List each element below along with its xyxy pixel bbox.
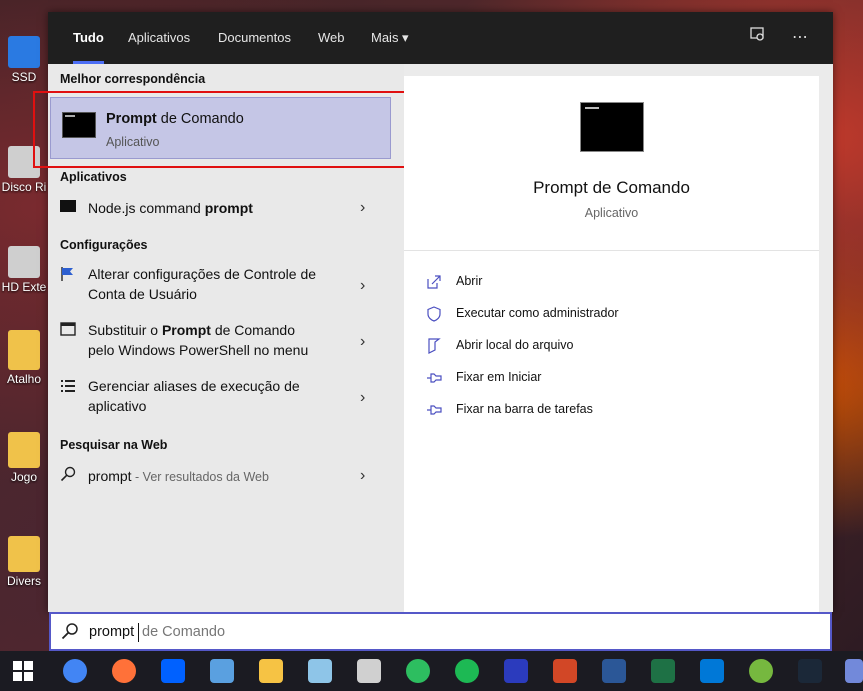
list-icon — [60, 378, 76, 394]
tab-aplicativos[interactable]: Aplicativos — [128, 12, 190, 64]
action-pin-to-taskbar[interactable]: Fixar na barra de tarefas — [426, 398, 806, 422]
shield-icon — [426, 306, 442, 322]
desktop-icon-ssd[interactable]: SSD — [0, 36, 48, 84]
drive-icon — [8, 146, 40, 178]
command-prompt-icon — [580, 102, 644, 152]
section-title-settings: Configurações — [60, 238, 148, 252]
pin-icon — [426, 370, 442, 386]
flag-icon — [60, 266, 76, 282]
open-icon — [426, 274, 442, 290]
search-tabs-bar: Tudo Aplicativos Documentos Web Mais ▾ ⋯ — [48, 12, 833, 64]
action-pin-to-start[interactable]: Fixar em Iniciar — [426, 366, 806, 390]
utorrent-icon[interactable] — [749, 659, 773, 683]
discord-icon[interactable] — [845, 659, 863, 683]
folder-icon — [8, 536, 40, 572]
computer-icon[interactable] — [210, 659, 234, 683]
desktop-icon-disco[interactable]: Disco Ri — [0, 146, 48, 194]
evernote-icon[interactable] — [406, 659, 430, 683]
chrome-icon[interactable] — [63, 659, 87, 683]
action-run-as-admin[interactable]: Executar como administrador — [426, 302, 806, 326]
chevron-right-icon[interactable]: › — [360, 278, 374, 294]
chevron-right-icon[interactable]: › — [360, 200, 374, 216]
best-match-title: Prompt de Comando — [106, 111, 244, 127]
search-typed-text: prompt — [89, 624, 135, 640]
best-match-item[interactable]: Prompt de Comando Aplicativo — [50, 97, 391, 159]
drive-icon — [8, 246, 40, 278]
vscode-icon[interactable] — [700, 659, 724, 683]
tab-tudo[interactable]: Tudo — [73, 12, 104, 64]
notepad-icon[interactable] — [308, 659, 332, 683]
action-open[interactable]: Abrir — [426, 270, 806, 294]
search-suggestion-text: de Comando — [142, 624, 226, 640]
results-pane: Melhor correspondência Prompt de Comando… — [33, 64, 407, 612]
setting-result-uac[interactable]: Alterar configurações de Controle de Cont… — [48, 260, 404, 312]
terminal-icon — [60, 200, 76, 212]
steam-icon[interactable] — [798, 659, 822, 683]
details-title: Prompt de Comando — [533, 178, 690, 197]
desktop-icon-atalho[interactable]: Atalho — [0, 330, 48, 386]
section-title-web: Pesquisar na Web — [60, 438, 168, 452]
details-subtitle: Aplicativo — [584, 206, 639, 220]
drive-icon — [8, 36, 40, 68]
feedback-icon[interactable] — [746, 26, 770, 50]
search-icon — [61, 622, 79, 640]
calculator-icon[interactable] — [357, 659, 381, 683]
windows-start-icon[interactable] — [12, 660, 34, 682]
folder-icon — [8, 432, 40, 468]
chevron-right-icon[interactable]: › — [360, 334, 374, 350]
window-icon — [60, 322, 76, 338]
desktop-icon-jogo[interactable]: Jogo — [0, 432, 48, 484]
command-prompt-icon — [62, 112, 96, 138]
section-title-best-match: Melhor correspondência — [60, 72, 206, 86]
powerpoint-icon[interactable] — [553, 659, 577, 683]
app-result-nodejs[interactable]: Node.js command prompt › — [48, 192, 404, 224]
tab-mais[interactable]: Mais ▾ — [371, 12, 409, 64]
chevron-right-icon[interactable]: › — [360, 390, 374, 406]
firefox-icon[interactable] — [112, 659, 136, 683]
taskbar — [0, 651, 863, 691]
more-options-icon[interactable]: ⋯ — [788, 26, 812, 50]
file-explorer-icon[interactable] — [259, 659, 283, 683]
excel-icon[interactable] — [651, 659, 675, 683]
details-pane: Prompt de Comando Aplicativo Abrir Execu… — [404, 76, 819, 612]
desktop-icon-hd[interactable]: HD Exte — [0, 246, 48, 294]
word-icon[interactable] — [602, 659, 626, 683]
pin-icon — [426, 402, 442, 418]
search-icon — [60, 466, 76, 482]
folder-icon — [8, 330, 40, 370]
text-caret — [138, 623, 139, 642]
photoshop-icon[interactable] — [504, 659, 528, 683]
dropbox-icon[interactable] — [161, 659, 185, 683]
setting-result-powershell[interactable]: Substituir o Prompt de Comando pelo Windo… — [48, 316, 404, 368]
search-input[interactable]: prompt de Comando — [49, 612, 832, 651]
spotify-icon[interactable] — [455, 659, 479, 683]
chevron-right-icon[interactable]: › — [360, 468, 374, 484]
setting-result-aliases[interactable]: Gerenciar aliases de execução de aplicati… — [48, 372, 404, 424]
divider — [404, 250, 819, 251]
best-match-subtitle: Aplicativo — [106, 135, 160, 149]
desktop-icon-divers[interactable]: Divers — [0, 536, 48, 588]
action-open-file-location[interactable]: Abrir local do arquivo — [426, 334, 806, 358]
folder-icon — [426, 338, 442, 354]
tab-documentos[interactable]: Documentos — [218, 12, 291, 64]
section-title-apps: Aplicativos — [60, 170, 127, 184]
start-menu: Tudo Aplicativos Documentos Web Mais ▾ ⋯… — [33, 12, 833, 612]
web-result[interactable]: prompt - Ver resultados da Web › — [48, 460, 404, 492]
tab-web[interactable]: Web — [318, 12, 345, 64]
